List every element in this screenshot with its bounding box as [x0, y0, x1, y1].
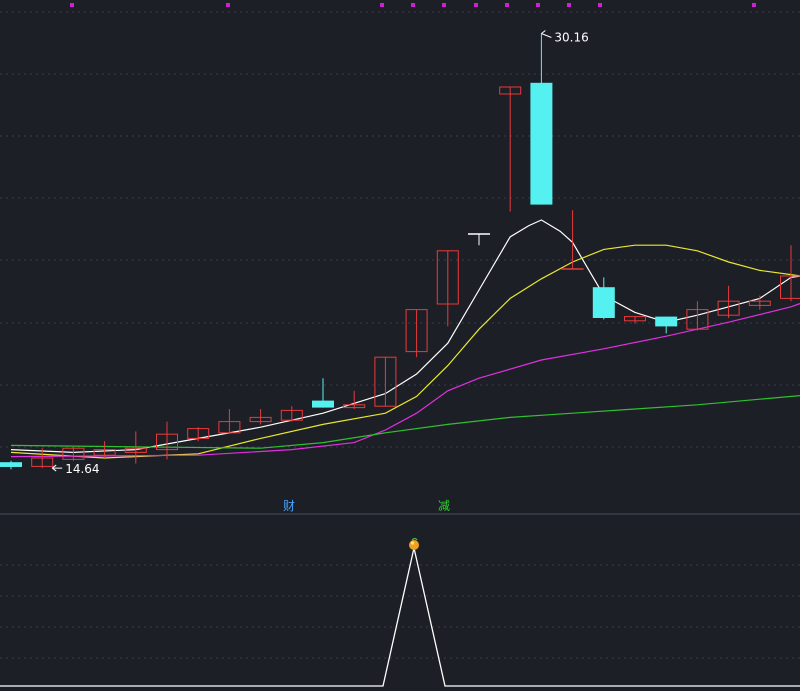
kline-chart: 30.16 14.64 财 减: [0, 0, 800, 691]
grid-lines: [0, 3, 800, 659]
candle-body-10: [312, 400, 334, 408]
top-dot-8: [567, 3, 571, 7]
top-dot-0: [70, 3, 74, 7]
ma-line-0: [10, 219, 800, 454]
low-price-label: 14.64: [65, 462, 99, 476]
top-dot-3: [411, 3, 415, 7]
candle-body-21: [655, 316, 678, 327]
top-dot-10: [752, 3, 756, 7]
top-dot-7: [536, 3, 540, 7]
top-dot-1: [226, 3, 230, 7]
top-dot-5: [474, 3, 478, 7]
top-dot-9: [598, 3, 602, 7]
top-dot-4: [442, 3, 446, 7]
candle-body-17: [530, 82, 553, 205]
labels: 30.16 14.64 财 减: [51, 30, 589, 513]
marker-jian: 减: [438, 499, 450, 513]
chart-canvas: 30.16 14.64 财 减: [0, 3, 800, 687]
indicator-peak-marker: [409, 540, 419, 550]
top-dot-2: [380, 3, 384, 7]
low-arrow: [51, 464, 63, 472]
candles: [0, 33, 800, 470]
marker-cai: 财: [283, 499, 295, 513]
top-dot-6: [505, 3, 509, 7]
ma-line-1: [10, 244, 800, 459]
ma-line-2: [10, 302, 800, 458]
candle-body-0: [0, 462, 22, 467]
high-price-label: 30.16: [554, 31, 588, 45]
indicator-panel: [0, 537, 800, 687]
indicator-line: [0, 547, 800, 687]
indicator-peak-highlight: [410, 541, 415, 545]
high-arrow: [541, 30, 552, 38]
candle-body-19: [592, 287, 615, 318]
candle-body-25: [780, 275, 800, 299]
moving-averages: [10, 219, 800, 459]
indicator-peak-leaf: [411, 537, 418, 541]
